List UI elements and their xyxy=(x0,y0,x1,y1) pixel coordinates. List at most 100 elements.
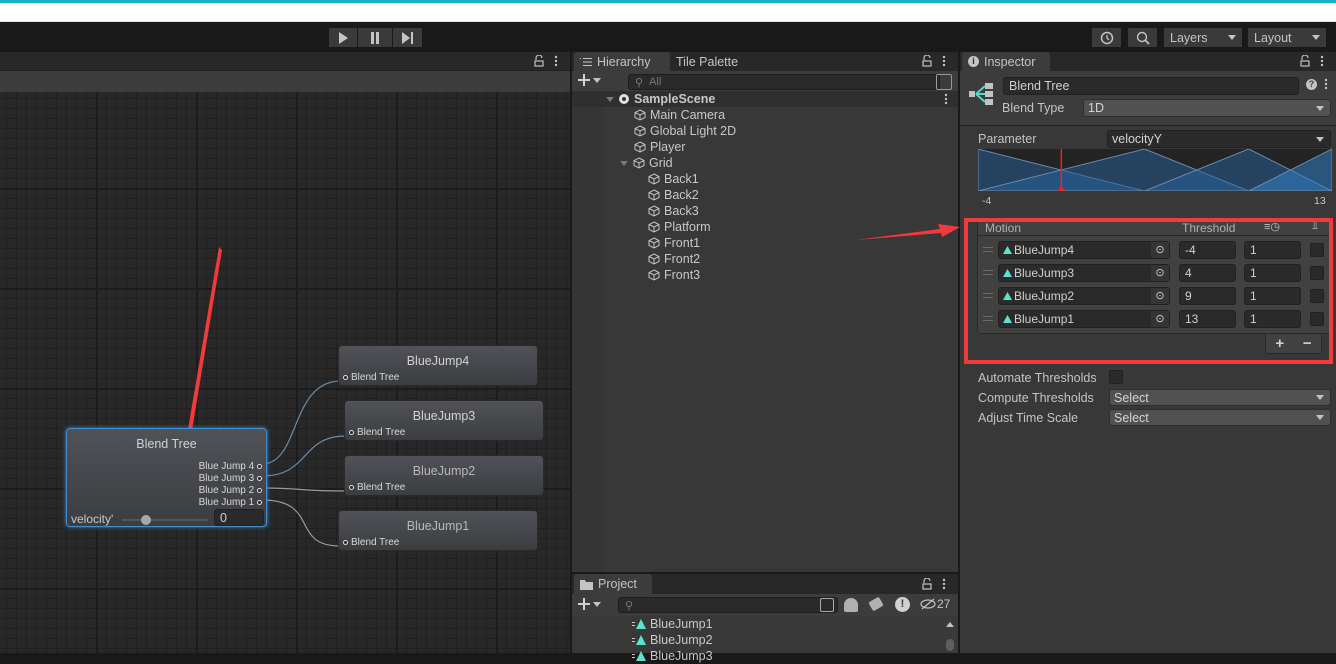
pause-button[interactable] xyxy=(358,28,392,47)
blend-type-label: Blend Type xyxy=(1002,101,1065,115)
blend-tree-asset-icon xyxy=(632,619,646,629)
plus-icon xyxy=(578,74,590,86)
layout-dropdown[interactable]: Layout xyxy=(1248,28,1326,47)
scene-search-toggle-icon[interactable] xyxy=(936,74,952,90)
hierarchy-item[interactable]: Back2 xyxy=(572,187,958,203)
hidden-packages-button[interactable]: 27 xyxy=(920,597,950,611)
project-item[interactable]: BlueJump1 xyxy=(572,616,942,632)
parameter-dropdown[interactable]: velocityY xyxy=(1107,130,1331,148)
step-button[interactable] xyxy=(393,28,422,47)
name-field[interactable]: Blend Tree xyxy=(1003,77,1299,95)
hierarchy-item[interactable]: Front2 xyxy=(572,251,958,267)
project-item[interactable]: BlueJump3 xyxy=(572,648,942,664)
tab-project[interactable]: Project xyxy=(574,574,652,594)
input-port[interactable]: Blend Tree xyxy=(349,482,405,493)
create-button[interactable] xyxy=(578,598,601,610)
param-value-field[interactable]: 0 xyxy=(214,509,264,526)
blend-tree-asset-icon xyxy=(632,635,646,645)
output-port[interactable]: Blue Jump 4 xyxy=(199,461,262,473)
chevron-down-icon xyxy=(1228,35,1236,40)
kebab-menu-icon[interactable] xyxy=(942,55,946,67)
input-port[interactable]: Blend Tree xyxy=(343,372,399,383)
kebab-menu-icon[interactable] xyxy=(1320,55,1324,67)
kebab-menu-icon[interactable] xyxy=(944,93,948,105)
project-search-input[interactable]: ⚲ xyxy=(618,597,838,613)
motion-node[interactable]: BlueJump4 Blend Tree xyxy=(338,345,538,386)
hierarchy-item-label: Front2 xyxy=(664,252,701,266)
annotation-arrow xyxy=(856,224,960,240)
kebab-menu-icon[interactable] xyxy=(554,55,558,67)
hierarchy-item[interactable]: Front3 xyxy=(572,267,958,283)
adjust-time-scale-dropdown[interactable]: Select xyxy=(1109,409,1331,426)
lock-icon[interactable] xyxy=(922,55,932,67)
hierarchy-item-label: Platform xyxy=(664,220,711,234)
motion-node[interactable]: BlueJump1 Blend Tree xyxy=(338,510,538,551)
gameobject-icon xyxy=(648,269,660,281)
tab-inspector[interactable]: i Inspector xyxy=(962,52,1050,71)
gameobject-icon xyxy=(634,109,646,121)
scene-search-toggle-icon[interactable] xyxy=(820,598,834,612)
tab-hierarchy[interactable]: Hierarchy xyxy=(574,52,670,71)
lock-icon[interactable] xyxy=(1300,55,1310,67)
layers-dropdown[interactable]: Layers xyxy=(1164,28,1242,47)
node-title: BlueJump1 xyxy=(406,519,470,533)
kebab-menu-icon[interactable] xyxy=(1324,78,1328,90)
hierarchy-item[interactable]: Main Camera xyxy=(572,107,958,123)
hierarchy-toolbar: ⚲ All xyxy=(572,71,958,93)
scroll-up-icon[interactable] xyxy=(946,622,954,627)
motion-node[interactable]: BlueJump3 Blend Tree xyxy=(344,400,544,441)
search-button[interactable] xyxy=(1128,28,1157,47)
hierarchy-item[interactable]: Player xyxy=(572,139,958,155)
lock-icon[interactable] xyxy=(922,578,932,590)
hierarchy-item[interactable]: Back1 xyxy=(572,171,958,187)
hierarchy-item[interactable]: Grid xyxy=(572,155,958,171)
graph-canvas[interactable]: Blend Tree Blue Jump 4 Blue Jump 3 Blue … xyxy=(0,92,570,653)
motion-node[interactable]: BlueJump2 Blend Tree xyxy=(344,455,544,496)
input-port[interactable]: Blend Tree xyxy=(343,537,399,548)
console-warning-icon[interactable]: ! xyxy=(895,597,910,612)
blend-type-dropdown[interactable]: 1D xyxy=(1083,99,1331,117)
kebab-menu-icon[interactable] xyxy=(942,578,946,590)
blend-tree-node[interactable]: Blend Tree Blue Jump 4 Blue Jump 3 Blue … xyxy=(66,428,267,527)
automate-thresholds-checkbox[interactable] xyxy=(1109,370,1123,384)
chevron-down-icon xyxy=(1316,395,1324,400)
scroll-thumb[interactable] xyxy=(946,639,954,651)
chevron-down-icon xyxy=(1312,35,1320,40)
help-icon[interactable]: ? xyxy=(1306,79,1317,90)
output-port[interactable]: Blue Jump 1 xyxy=(199,497,262,509)
blend-graph[interactable] xyxy=(978,149,1332,191)
project-item-label: BlueJump3 xyxy=(650,649,713,663)
eye-slash-icon xyxy=(920,598,936,610)
project-item[interactable]: BlueJump2 xyxy=(572,632,942,648)
param-slider[interactable] xyxy=(122,519,208,521)
graph-min-label: -4 xyxy=(982,195,992,207)
hierarchy-item[interactable]: Global Light 2D xyxy=(572,123,958,139)
scene-row[interactable]: SampleScene xyxy=(572,91,958,107)
play-button[interactable] xyxy=(329,28,357,47)
project-scrollbar[interactable] xyxy=(944,618,956,653)
expand-arrow-icon[interactable] xyxy=(606,96,614,102)
filter-by-label-icon[interactable] xyxy=(868,596,884,612)
output-port[interactable]: Blue Jump 2 xyxy=(199,485,262,497)
list-icon xyxy=(580,57,592,66)
input-port[interactable]: Blend Tree xyxy=(349,427,405,438)
inspector-tab-bar: i Inspector xyxy=(960,52,1336,71)
hierarchy-item[interactable]: Back3 xyxy=(572,203,958,219)
tab-tile-palette[interactable]: Tile Palette xyxy=(670,52,744,71)
compute-thresholds-dropdown[interactable]: Select xyxy=(1109,389,1331,406)
slider-thumb[interactable] xyxy=(141,515,151,525)
lock-icon[interactable] xyxy=(534,55,544,67)
blend-tree-icon xyxy=(969,83,993,105)
history-button[interactable] xyxy=(1092,28,1121,47)
inspector-header: Blend Tree ? Blend Type 1D xyxy=(960,71,1336,126)
filter-by-type-icon[interactable] xyxy=(844,598,858,612)
project-tab-bar: Project xyxy=(572,574,958,594)
output-port[interactable]: Blue Jump 3 xyxy=(199,473,262,485)
hierarchy-search-input[interactable]: ⚲ All xyxy=(628,74,940,90)
chevron-down-icon xyxy=(593,601,601,607)
expand-arrow-icon[interactable] xyxy=(620,160,628,166)
folder-icon xyxy=(580,579,593,590)
title-bar xyxy=(0,3,1336,21)
connection-line xyxy=(261,499,341,547)
create-button[interactable] xyxy=(578,74,601,86)
